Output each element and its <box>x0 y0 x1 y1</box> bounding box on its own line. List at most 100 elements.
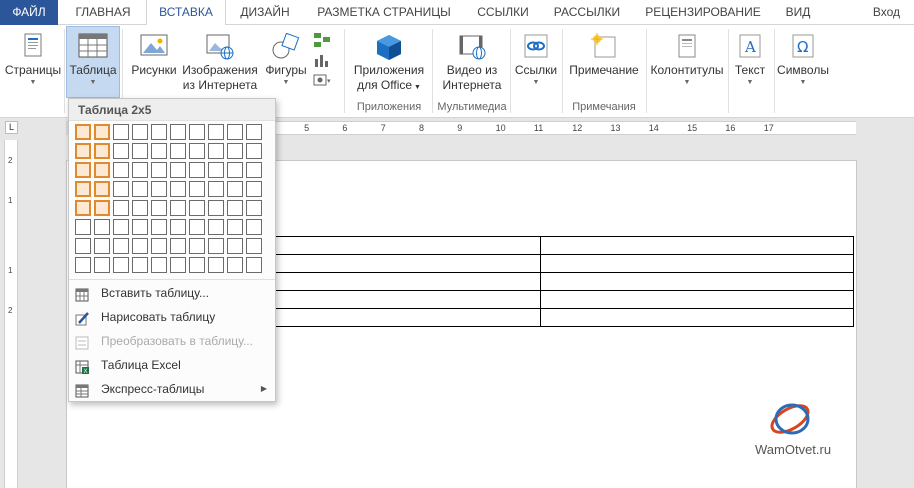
grid-cell[interactable] <box>113 257 129 273</box>
table-cell[interactable] <box>540 308 854 327</box>
draw-table-item[interactable]: Нарисовать таблицу <box>69 305 275 329</box>
grid-cell[interactable] <box>151 200 167 216</box>
grid-cell[interactable] <box>113 143 129 159</box>
grid-cell[interactable] <box>189 143 205 159</box>
grid-cell[interactable] <box>208 238 224 254</box>
grid-cell[interactable] <box>170 257 186 273</box>
grid-cell[interactable] <box>75 200 91 216</box>
excel-table-item[interactable]: X Таблица Excel <box>69 353 275 377</box>
tab-review[interactable]: РЕЦЕНЗИРОВАНИЕ <box>634 0 772 25</box>
grid-cell[interactable] <box>227 162 243 178</box>
grid-cell[interactable] <box>151 238 167 254</box>
grid-cell[interactable] <box>113 200 129 216</box>
grid-cell[interactable] <box>208 200 224 216</box>
grid-cell[interactable] <box>189 238 205 254</box>
grid-cell[interactable] <box>227 124 243 140</box>
grid-cell[interactable] <box>94 181 110 197</box>
grid-cell[interactable] <box>94 200 110 216</box>
grid-cell[interactable] <box>189 257 205 273</box>
grid-cell[interactable] <box>132 181 148 197</box>
grid-cell[interactable] <box>227 238 243 254</box>
grid-cell[interactable] <box>246 181 262 197</box>
online-pictures-button[interactable]: Изображения из Интернета <box>180 27 260 93</box>
sign-in-link[interactable]: Вход <box>873 0 900 25</box>
grid-cell[interactable] <box>227 200 243 216</box>
document-table[interactable] <box>227 236 854 327</box>
grid-cell[interactable] <box>170 143 186 159</box>
table-button[interactable]: Таблица ▼ <box>66 26 120 98</box>
grid-cell[interactable] <box>132 162 148 178</box>
links-button[interactable]: Ссылки ▼ <box>512 27 560 88</box>
grid-cell[interactable] <box>132 124 148 140</box>
vertical-ruler[interactable]: 2 1 1 2 <box>4 140 18 488</box>
grid-cell[interactable] <box>208 181 224 197</box>
grid-cell[interactable] <box>246 200 262 216</box>
grid-cell[interactable] <box>75 162 91 178</box>
shapes-button[interactable]: Фигуры ▼ <box>262 27 310 88</box>
grid-cell[interactable] <box>113 124 129 140</box>
grid-cell[interactable] <box>189 200 205 216</box>
tab-insert[interactable]: ВСТАВКА <box>146 0 226 26</box>
table-cell[interactable] <box>540 272 854 291</box>
grid-cell[interactable] <box>151 257 167 273</box>
grid-cell[interactable] <box>151 143 167 159</box>
tab-view[interactable]: ВИД <box>774 0 822 25</box>
grid-cell[interactable] <box>208 219 224 235</box>
grid-cell[interactable] <box>170 181 186 197</box>
symbols-button[interactable]: Ω Символы ▼ <box>774 27 832 88</box>
grid-cell[interactable] <box>75 143 91 159</box>
table-size-grid[interactable] <box>73 124 265 276</box>
chart-icon[interactable] <box>312 51 334 71</box>
grid-cell[interactable] <box>246 124 262 140</box>
grid-cell[interactable] <box>75 257 91 273</box>
pictures-button[interactable]: Рисунки <box>128 27 180 78</box>
tab-file[interactable]: ФАЙЛ <box>0 0 58 25</box>
grid-cell[interactable] <box>227 143 243 159</box>
grid-cell[interactable] <box>170 124 186 140</box>
grid-cell[interactable] <box>75 238 91 254</box>
table-cell[interactable] <box>540 290 854 309</box>
grid-cell[interactable] <box>208 257 224 273</box>
smartart-icon[interactable] <box>312 31 334 51</box>
grid-cell[interactable] <box>189 181 205 197</box>
grid-cell[interactable] <box>208 162 224 178</box>
grid-cell[interactable] <box>75 124 91 140</box>
grid-cell[interactable] <box>170 200 186 216</box>
tab-mailings[interactable]: РАССЫЛКИ <box>542 0 632 25</box>
tab-home[interactable]: ГЛАВНАЯ <box>62 0 144 25</box>
grid-cell[interactable] <box>151 219 167 235</box>
quick-tables-item[interactable]: Экспресс-таблицы ▶ <box>69 377 275 401</box>
grid-cell[interactable] <box>170 162 186 178</box>
insert-table-item[interactable]: Вставить таблицу... <box>69 281 275 305</box>
grid-cell[interactable] <box>246 257 262 273</box>
table-cell[interactable] <box>540 254 854 273</box>
grid-cell[interactable] <box>94 162 110 178</box>
grid-cell[interactable] <box>132 238 148 254</box>
grid-cell[interactable] <box>208 124 224 140</box>
grid-cell[interactable] <box>170 238 186 254</box>
comment-button[interactable]: Примечание <box>564 27 644 78</box>
grid-cell[interactable] <box>227 181 243 197</box>
grid-cell[interactable] <box>94 257 110 273</box>
grid-cell[interactable] <box>75 219 91 235</box>
grid-cell[interactable] <box>246 162 262 178</box>
grid-cell[interactable] <box>208 143 224 159</box>
grid-cell[interactable] <box>132 257 148 273</box>
grid-cell[interactable] <box>94 238 110 254</box>
header-footer-button[interactable]: Колонтитулы ▼ <box>648 27 726 88</box>
grid-cell[interactable] <box>113 181 129 197</box>
grid-cell[interactable] <box>189 162 205 178</box>
grid-cell[interactable] <box>151 181 167 197</box>
grid-cell[interactable] <box>246 219 262 235</box>
grid-cell[interactable] <box>113 162 129 178</box>
grid-cell[interactable] <box>170 219 186 235</box>
grid-cell[interactable] <box>189 219 205 235</box>
apps-for-office-button[interactable]: Приложения для Office ▼ <box>350 27 428 95</box>
tab-references[interactable]: ССЫЛКИ <box>466 0 540 25</box>
grid-cell[interactable] <box>246 238 262 254</box>
online-video-button[interactable]: Видео из Интернета <box>436 27 508 93</box>
grid-cell[interactable] <box>132 219 148 235</box>
grid-cell[interactable] <box>113 219 129 235</box>
grid-cell[interactable] <box>113 238 129 254</box>
grid-cell[interactable] <box>227 257 243 273</box>
